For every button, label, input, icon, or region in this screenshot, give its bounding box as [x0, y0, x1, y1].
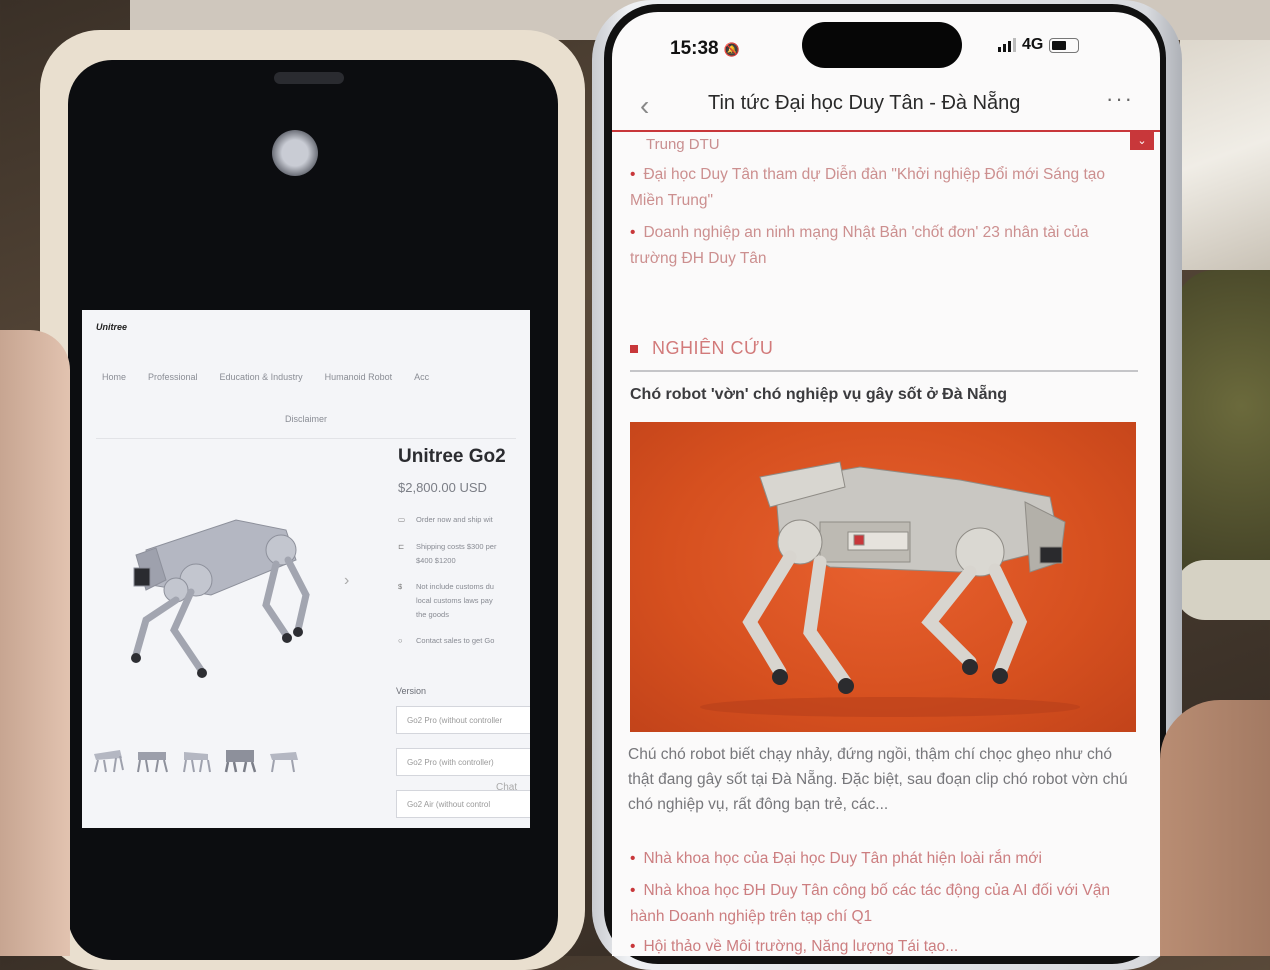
bullet-icon: • [630, 224, 636, 241]
network-type: 4G [1022, 36, 1044, 53]
back-chevron-icon[interactable]: ‹ [640, 90, 649, 122]
brand-logo[interactable]: Unitree [96, 322, 127, 332]
version-option-2[interactable]: Go2 Pro (with controller) [396, 748, 530, 776]
cellular-signal-icon [998, 38, 1016, 52]
thumbnail-3[interactable] [178, 744, 214, 774]
battery-icon [1049, 37, 1080, 53]
nav-item-professional[interactable]: Professional [148, 372, 198, 382]
feature-shipping-cont: $400 $1200 [416, 556, 456, 565]
left-hand [0, 330, 70, 956]
robot-dog-photo [700, 461, 1080, 717]
page-title: Tin tức Đại học Duy Tân - Đà Nẵng [708, 92, 1021, 114]
nav-item-humanoid[interactable]: Humanoid Robot [325, 372, 393, 382]
box-icon: ▭ [398, 515, 406, 524]
expand-chevron-icon[interactable]: ⌄ [1130, 132, 1154, 150]
status-time: 15:38 🔕 [670, 38, 741, 59]
thumbnail-2[interactable] [134, 744, 170, 774]
product-price: $2,800.00 USD [398, 480, 487, 495]
thumbnail-strip [90, 744, 302, 774]
more-link-3[interactable]: • Hội thảo về Môi trường, Năng lượng Tái … [630, 934, 1130, 956]
bullet-icon: • [630, 938, 636, 955]
chat-button[interactable]: Chat [496, 782, 517, 793]
related-link-2[interactable]: • Doanh nghiệp an ninh mạng Nhật Bản 'chố… [630, 220, 1130, 272]
nav-item-home[interactable]: Home [102, 372, 126, 382]
bullet-icon: • [630, 850, 636, 867]
article-image[interactable] [630, 422, 1136, 732]
background-plastic [1180, 40, 1270, 270]
feature-order: ▭ Order now and ship wit [398, 515, 493, 524]
version-option-3[interactable]: Go2 Air (without control [396, 790, 530, 818]
article-title[interactable]: Chó robot 'vờn' chó nghiệp vụ gây sốt ở … [630, 386, 1007, 404]
nav-item-disclaimer[interactable]: Disclaimer [82, 414, 530, 424]
feature-customs: $ Not include customs du [398, 582, 494, 591]
right-phone-screen: 15:38 🔕 4G ‹ Tin tức Đại học Duy Tân - Đ… [612, 12, 1160, 956]
section-header: NGHIÊN CỨU [630, 338, 773, 359]
trailing-text: Trung DTU [646, 136, 720, 153]
top-nav: Home Professional Education & Industry H… [102, 372, 530, 382]
nav-divider [96, 438, 516, 439]
section-title[interactable]: NGHIÊN CỨU [652, 338, 773, 359]
nav-item-education[interactable]: Education & Industry [220, 372, 303, 382]
front-camera-icon [272, 130, 318, 176]
thumbnail-4[interactable] [222, 744, 258, 774]
nav-item-accessories[interactable]: Acc [414, 372, 429, 382]
related-link-1[interactable]: • Đại học Duy Tân tham dự Diễn đàn "Khởi … [630, 162, 1130, 214]
feature-customs-cont2: the goods [416, 610, 449, 619]
header-divider [612, 130, 1160, 132]
silent-bell-icon: 🔕 [723, 42, 741, 57]
feature-shipping: ⊏ Shipping costs $300 per [398, 542, 497, 551]
section-marker-icon [630, 344, 638, 353]
dynamic-island [802, 22, 962, 68]
more-link-2[interactable]: • Nhà khoa học ĐH Duy Tân công bố các tác… [630, 878, 1130, 930]
right-hand [1160, 700, 1270, 956]
status-indicators: 4G [998, 36, 1080, 54]
version-label: Version [396, 686, 427, 696]
left-phone-screen: Unitree Home Professional Education & In… [82, 310, 530, 828]
bullet-icon: • [630, 882, 636, 899]
thumbnail-1[interactable] [90, 744, 126, 774]
version-option-1[interactable]: Go2 Pro (without controller [396, 706, 530, 734]
product-title: Unitree Go2 [398, 446, 506, 467]
background-cup [1175, 270, 1270, 610]
background-cup-rim [1175, 560, 1270, 620]
bullet-icon: • [630, 166, 636, 183]
feature-customs-cont: local customs laws pay [416, 596, 493, 605]
thumbnail-5[interactable] [266, 744, 302, 774]
section-divider [630, 370, 1138, 372]
carousel-next-icon[interactable]: › [344, 572, 349, 590]
dollar-icon: $ [398, 582, 403, 591]
feature-contact: ○ Contact sales to get Go [398, 636, 495, 645]
article-description: Chú chó robot biết chạy nhảy, đứng ngồi,… [628, 746, 1128, 813]
truck-icon: ⊏ [398, 542, 405, 551]
chat-bubble-icon: ○ [398, 636, 403, 645]
more-link-1[interactable]: • Nhà khoa học của Đại học Duy Tân phát h… [630, 846, 1130, 872]
earpiece-speaker [274, 72, 344, 84]
more-options-icon[interactable]: ··· [1106, 86, 1134, 112]
robot-dog-product-image[interactable] [116, 480, 346, 700]
